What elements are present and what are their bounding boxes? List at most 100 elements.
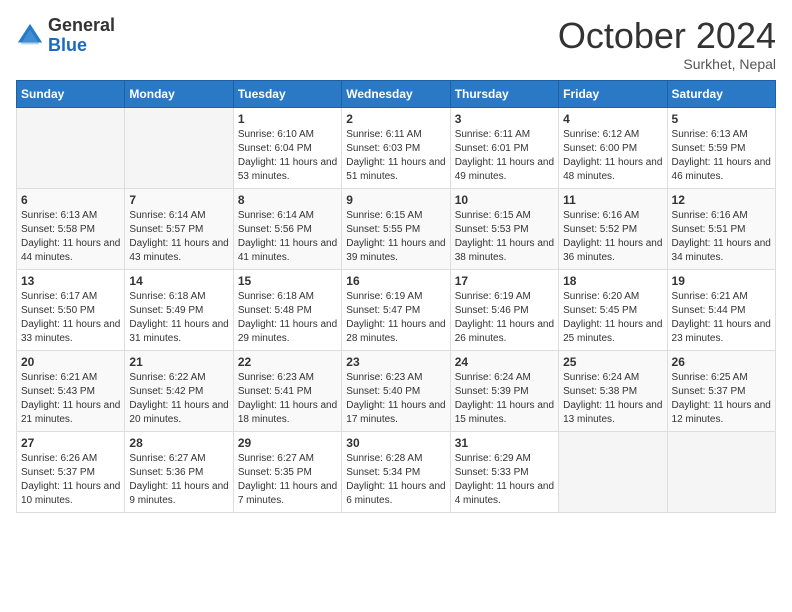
calendar-cell: 14 Sunrise: 6:18 AMSunset: 5:49 PMDayligh…	[125, 269, 233, 350]
weekday-row: SundayMondayTuesdayWednesdayThursdayFrid…	[17, 80, 776, 107]
calendar-cell: 7 Sunrise: 6:14 AMSunset: 5:57 PMDaylight…	[125, 188, 233, 269]
calendar-cell: 28 Sunrise: 6:27 AMSunset: 5:36 PMDayligh…	[125, 431, 233, 512]
day-info: Sunrise: 6:19 AMSunset: 5:47 PMDaylight:…	[346, 290, 445, 346]
title-block: October 2024 Surkhet, Nepal	[558, 16, 776, 72]
weekday-header: Monday	[125, 80, 233, 107]
day-number: 30	[346, 436, 445, 450]
weekday-header: Thursday	[450, 80, 558, 107]
calendar-cell: 19Sunrise: 6:21 AMSunset: 5:44 PMDayligh…	[667, 269, 775, 350]
day-number: 4	[563, 112, 662, 126]
day-number: 6	[21, 193, 120, 207]
weekday-header: Friday	[559, 80, 667, 107]
day-number: 15	[238, 274, 337, 288]
day-number: 3	[455, 112, 554, 126]
day-number: 27	[21, 436, 120, 450]
day-number: 25	[563, 355, 662, 369]
calendar-cell: 10 Sunrise: 6:15 AMSunset: 5:53 PMDayligh…	[450, 188, 558, 269]
calendar-cell: 2Sunrise: 6:11 AMSunset: 6:03 PMDaylight…	[342, 107, 450, 188]
day-number: 31	[455, 436, 554, 450]
calendar-cell: 18 Sunrise: 6:20 AMSunset: 5:45 PMDayligh…	[559, 269, 667, 350]
calendar-cell: 27 Sunrise: 6:26 AMSunset: 5:37 PMDayligh…	[17, 431, 125, 512]
day-number: 22	[238, 355, 337, 369]
calendar-cell: 30 Sunrise: 6:28 AMSunset: 5:34 PMDayligh…	[342, 431, 450, 512]
calendar-cell: 5Sunrise: 6:13 AMSunset: 5:59 PMDaylight…	[667, 107, 775, 188]
calendar-cell: 25 Sunrise: 6:24 AMSunset: 5:38 PMDayligh…	[559, 350, 667, 431]
calendar-cell: 29 Sunrise: 6:27 AMSunset: 5:35 PMDayligh…	[233, 431, 341, 512]
day-number: 29	[238, 436, 337, 450]
day-info: Sunrise: 6:15 AMSunset: 5:55 PMDaylight:…	[346, 209, 445, 265]
day-number: 21	[129, 355, 228, 369]
day-info: Sunrise: 6:11 AMSunset: 6:03 PMDaylight:…	[346, 128, 445, 184]
calendar-cell: 11 Sunrise: 6:16 AMSunset: 5:52 PMDayligh…	[559, 188, 667, 269]
day-info: Sunrise: 6:23 AMSunset: 5:40 PMDaylight:…	[346, 371, 445, 427]
calendar-body: 1Sunrise: 6:10 AMSunset: 6:04 PMDaylight…	[17, 107, 776, 512]
calendar-cell: 17 Sunrise: 6:19 AMSunset: 5:46 PMDayligh…	[450, 269, 558, 350]
logo-blue: Blue	[48, 36, 115, 56]
calendar-cell: 8 Sunrise: 6:14 AMSunset: 5:56 PMDaylight…	[233, 188, 341, 269]
day-number: 12	[672, 193, 771, 207]
day-number: 24	[455, 355, 554, 369]
day-info: Sunrise: 6:22 AMSunset: 5:42 PMDaylight:…	[129, 371, 228, 427]
day-info: Sunrise: 6:17 AMSunset: 5:50 PMDaylight:…	[21, 290, 120, 346]
day-info: Sunrise: 6:12 AMSunset: 6:00 PMDaylight:…	[563, 128, 662, 184]
day-info: Sunrise: 6:27 AMSunset: 5:35 PMDaylight:…	[238, 452, 337, 508]
calendar-week-row: 1Sunrise: 6:10 AMSunset: 6:04 PMDaylight…	[17, 107, 776, 188]
weekday-header: Sunday	[17, 80, 125, 107]
calendar-header: SundayMondayTuesdayWednesdayThursdayFrid…	[17, 80, 776, 107]
day-number: 11	[563, 193, 662, 207]
calendar-cell	[125, 107, 233, 188]
day-info: Sunrise: 6:29 AMSunset: 5:33 PMDaylight:…	[455, 452, 554, 508]
calendar-cell: 20Sunrise: 6:21 AMSunset: 5:43 PMDayligh…	[17, 350, 125, 431]
day-number: 10	[455, 193, 554, 207]
calendar-cell: 23Sunrise: 6:23 AMSunset: 5:40 PMDayligh…	[342, 350, 450, 431]
day-info: Sunrise: 6:18 AMSunset: 5:48 PMDaylight:…	[238, 290, 337, 346]
day-info: Sunrise: 6:28 AMSunset: 5:34 PMDaylight:…	[346, 452, 445, 508]
day-number: 14	[129, 274, 228, 288]
day-info: Sunrise: 6:19 AMSunset: 5:46 PMDaylight:…	[455, 290, 554, 346]
day-info: Sunrise: 6:14 AMSunset: 5:57 PMDaylight:…	[129, 209, 228, 265]
day-number: 26	[672, 355, 771, 369]
day-number: 17	[455, 274, 554, 288]
day-info: Sunrise: 6:27 AMSunset: 5:36 PMDaylight:…	[129, 452, 228, 508]
logo: General Blue	[16, 16, 115, 56]
calendar-cell: 31 Sunrise: 6:29 AMSunset: 5:33 PMDayligh…	[450, 431, 558, 512]
month-title: October 2024	[558, 16, 776, 56]
day-number: 1	[238, 112, 337, 126]
logo-text: General Blue	[48, 16, 115, 56]
day-number: 5	[672, 112, 771, 126]
calendar-cell: 4 Sunrise: 6:12 AMSunset: 6:00 PMDaylight…	[559, 107, 667, 188]
day-number: 16	[346, 274, 445, 288]
day-number: 8	[238, 193, 337, 207]
day-info: Sunrise: 6:16 AMSunset: 5:52 PMDaylight:…	[563, 209, 662, 265]
day-number: 18	[563, 274, 662, 288]
day-info: Sunrise: 6:21 AMSunset: 5:44 PMDaylight:…	[672, 290, 771, 346]
calendar-cell: 13Sunrise: 6:17 AMSunset: 5:50 PMDayligh…	[17, 269, 125, 350]
calendar-cell: 9 Sunrise: 6:15 AMSunset: 5:55 PMDaylight…	[342, 188, 450, 269]
day-info: Sunrise: 6:11 AMSunset: 6:01 PMDaylight:…	[455, 128, 554, 184]
weekday-header: Wednesday	[342, 80, 450, 107]
calendar-cell: 15 Sunrise: 6:18 AMSunset: 5:48 PMDayligh…	[233, 269, 341, 350]
calendar-cell: 6 Sunrise: 6:13 AMSunset: 5:58 PMDaylight…	[17, 188, 125, 269]
day-info: Sunrise: 6:24 AMSunset: 5:39 PMDaylight:…	[455, 371, 554, 427]
day-number: 9	[346, 193, 445, 207]
day-info: Sunrise: 6:26 AMSunset: 5:37 PMDaylight:…	[21, 452, 120, 508]
day-info: Sunrise: 6:23 AMSunset: 5:41 PMDaylight:…	[238, 371, 337, 427]
day-number: 28	[129, 436, 228, 450]
day-info: Sunrise: 6:13 AMSunset: 5:58 PMDaylight:…	[21, 209, 120, 265]
day-info: Sunrise: 6:14 AMSunset: 5:56 PMDaylight:…	[238, 209, 337, 265]
day-info: Sunrise: 6:18 AMSunset: 5:49 PMDaylight:…	[129, 290, 228, 346]
location-subtitle: Surkhet, Nepal	[558, 56, 776, 72]
calendar-table: SundayMondayTuesdayWednesdayThursdayFrid…	[16, 80, 776, 513]
day-number: 7	[129, 193, 228, 207]
calendar-week-row: 6 Sunrise: 6:13 AMSunset: 5:58 PMDaylight…	[17, 188, 776, 269]
calendar-cell: 21 Sunrise: 6:22 AMSunset: 5:42 PMDayligh…	[125, 350, 233, 431]
calendar-cell	[17, 107, 125, 188]
calendar-cell: 3 Sunrise: 6:11 AMSunset: 6:01 PMDaylight…	[450, 107, 558, 188]
day-info: Sunrise: 6:24 AMSunset: 5:38 PMDaylight:…	[563, 371, 662, 427]
day-info: Sunrise: 6:20 AMSunset: 5:45 PMDaylight:…	[563, 290, 662, 346]
logo-icon	[16, 22, 44, 50]
calendar-cell	[559, 431, 667, 512]
day-info: Sunrise: 6:15 AMSunset: 5:53 PMDaylight:…	[455, 209, 554, 265]
calendar-cell: 12Sunrise: 6:16 AMSunset: 5:51 PMDayligh…	[667, 188, 775, 269]
calendar-cell	[667, 431, 775, 512]
